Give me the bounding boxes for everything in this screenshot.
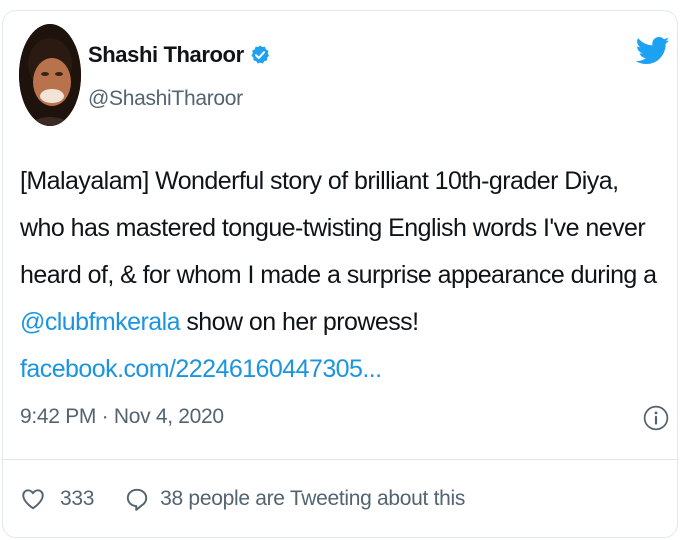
reply-bubble-icon[interactable] (124, 486, 150, 512)
external-link[interactable]: facebook.com/22246160447305... (20, 346, 670, 393)
tweet-line: @clubfmkerala show on her prowess! (20, 299, 670, 346)
tweet-actions: 333 38 people are Tweeting about this (20, 486, 465, 512)
like-count[interactable]: 333 (60, 487, 94, 511)
tweet-line: who has mastered tongue-twisting English… (20, 214, 646, 242)
tweet-line-rest: show on her prowess! (179, 308, 419, 336)
twitter-bird-icon[interactable] (636, 36, 670, 66)
tweet-text: [Malayalam] Wonderful story of brilliant… (20, 158, 670, 393)
verified-badge-icon (251, 45, 269, 64)
author-name-row[interactable]: Shashi Tharoor (88, 42, 271, 68)
author-handle[interactable]: @ShashiTharoor (88, 87, 243, 111)
heart-icon[interactable] (20, 486, 46, 512)
tweet-line: [Malayalam] Wonderful story of brilliant… (20, 167, 619, 195)
avatar-photo (19, 24, 81, 126)
avatar[interactable] (19, 24, 81, 126)
author-name[interactable]: Shashi Tharoor (88, 42, 244, 68)
tweet-line: heard of, & for whom I made a surprise a… (20, 261, 657, 289)
divider (2, 459, 678, 460)
mention-link[interactable]: @clubfmkerala (20, 308, 181, 336)
tweet-timestamp[interactable]: 9:42 PM · Nov 4, 2020 (20, 405, 224, 429)
info-icon[interactable] (643, 405, 669, 431)
tweeting-about-this-link[interactable]: 38 people are Tweeting about this (160, 487, 465, 511)
